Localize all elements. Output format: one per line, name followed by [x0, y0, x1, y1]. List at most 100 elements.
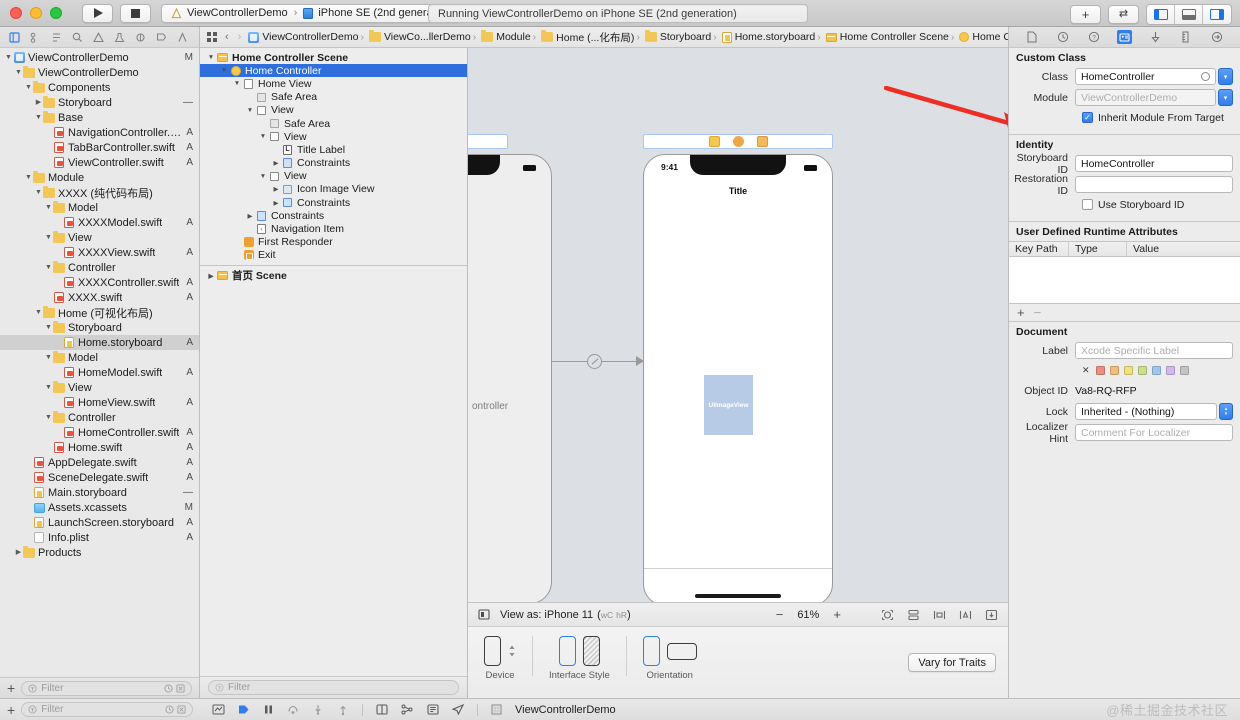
exit-scene-icon[interactable] [756, 136, 768, 147]
file-row[interactable]: ▼ Components [0, 80, 199, 95]
file-row[interactable]: ▼ Controller [0, 410, 199, 425]
color-swatch[interactable] [1123, 365, 1133, 375]
bottom-add-button[interactable]: + [7, 703, 15, 717]
file-row[interactable]: Home.storyboard A [0, 335, 199, 350]
breakpoint-navigator-tab[interactable] [156, 32, 167, 43]
color-swatch[interactable] [1151, 365, 1161, 375]
issue-navigator-tab[interactable] [93, 31, 104, 43]
disclosure-triangle[interactable]: ▼ [206, 54, 216, 61]
recent-files-icon[interactable] [164, 683, 173, 693]
find-navigator-tab[interactable] [72, 32, 83, 43]
lock-stepper-button[interactable]: ▴ ▾ [1219, 403, 1233, 420]
file-row[interactable]: HomeModel.swift A [0, 365, 199, 380]
disclosure-triangle[interactable]: ▶ [245, 212, 255, 220]
breadcrumb-item[interactable]: › Home (...化布局) [531, 30, 634, 45]
file-row[interactable]: NavigationController.swift A [0, 125, 199, 140]
outline-row[interactable]: ▶ Constraints [200, 196, 467, 209]
bottom-filter-input[interactable]: Filter [21, 702, 193, 717]
view-as-label[interactable]: View as: iPhone 11 [500, 609, 593, 621]
source-control-filter-icon[interactable] [176, 683, 185, 693]
file-row[interactable]: ▼ ViewControllerDemo M [0, 50, 199, 65]
file-row[interactable]: ▼ ViewControllerDemo [0, 65, 199, 80]
segue-badge[interactable] [587, 353, 602, 369]
toggle-console-icon[interactable] [212, 704, 225, 715]
file-row[interactable]: ▼ Controller [0, 260, 199, 275]
color-swatch[interactable] [1179, 365, 1189, 375]
left-scene-title-bar[interactable] [468, 134, 508, 149]
size-inspector-tab[interactable] [1178, 30, 1193, 44]
outline-row[interactable]: L Title Label [200, 143, 467, 156]
module-input[interactable]: ViewControllerDemo [1075, 89, 1216, 106]
disclosure-triangle[interactable]: ▼ [219, 67, 229, 74]
file-row[interactable]: XXXX.swift A [0, 290, 199, 305]
breadcrumb-item[interactable]: › Home.storyboard [711, 31, 815, 43]
first-responder-scene-icon[interactable] [732, 136, 744, 147]
outline-row[interactable]: Safe Area [200, 117, 467, 130]
toggle-canvas-icon[interactable] [478, 609, 490, 620]
navigate-back-button[interactable]: ‹ [223, 31, 231, 43]
bottom-clear-icon[interactable] [177, 705, 186, 714]
runtime-attributes-table-body[interactable] [1009, 257, 1240, 304]
localizer-hint-input[interactable]: Comment For Localizer [1075, 424, 1233, 441]
scheme-selector[interactable]: ViewControllerDemo › iPhone SE (2nd gene… [161, 3, 465, 23]
file-inspector-tab[interactable] [1025, 30, 1040, 44]
disclosure-triangle[interactable]: ▼ [34, 305, 43, 320]
storyboard-canvas[interactable]: ontroller 9:41 Title UIImageView [468, 48, 1008, 698]
identity-inspector-tab[interactable] [1116, 30, 1132, 44]
view-controller-scene-icon[interactable] [708, 136, 720, 147]
toggle-navigator-button[interactable] [1147, 5, 1175, 24]
light-mode-icon[interactable] [558, 636, 576, 666]
step-over-icon[interactable] [287, 704, 299, 715]
disclosure-triangle[interactable]: ▼ [44, 350, 53, 365]
related-items-icon[interactable] [206, 31, 218, 43]
dark-mode-icon[interactable] [582, 636, 600, 666]
file-row[interactable]: ▼ XXXX (纯代码布局) [0, 185, 199, 200]
disclosure-triangle[interactable]: ▼ [44, 260, 53, 275]
project-navigator-tab[interactable] [9, 31, 20, 43]
breadcrumb[interactable]: ViewControllerDemo › ViewCo...llerDemo › Mod… [248, 30, 1049, 45]
module-dropdown-button[interactable]: ▾ [1218, 89, 1233, 106]
outline-filter-input[interactable]: Filter [208, 680, 459, 695]
add-file-button[interactable]: + [7, 681, 15, 695]
environment-overrides-icon[interactable] [427, 704, 439, 715]
outline-row[interactable]: ▶ Constraints [200, 157, 467, 170]
pause-icon[interactable] [263, 704, 274, 715]
disclosure-triangle[interactable]: ▶ [14, 545, 23, 560]
disclosure-triangle[interactable]: ▼ [34, 110, 43, 125]
toggle-inspector-button[interactable] [1203, 5, 1231, 24]
file-row[interactable]: TabBarController.swift A [0, 140, 199, 155]
color-swatch[interactable] [1109, 365, 1119, 375]
remove-runtime-attribute-button[interactable]: − [1034, 305, 1042, 320]
disclosure-triangle[interactable]: ▼ [258, 133, 268, 140]
restoration-id-input[interactable] [1075, 176, 1233, 193]
class-input[interactable]: HomeController [1075, 68, 1216, 85]
device-stepper-icon[interactable] [508, 644, 516, 658]
file-row[interactable]: ▼ View [0, 230, 199, 245]
landscape-icon[interactable] [666, 642, 697, 660]
outline-row[interactable]: ▼ Home View [200, 77, 467, 90]
file-row[interactable]: SceneDelegate.swift A [0, 470, 199, 485]
file-row[interactable]: Home.swift A [0, 440, 199, 455]
connections-inspector-tab[interactable] [1209, 30, 1224, 44]
outline-row[interactable]: Safe Area [200, 91, 467, 104]
file-row[interactable]: ▼ Module [0, 170, 199, 185]
disclosure-triangle[interactable]: ▼ [34, 185, 43, 200]
disclosure-triangle[interactable]: ▼ [258, 173, 268, 180]
align-icon[interactable] [933, 609, 946, 621]
debug-memory-graph-icon[interactable] [401, 704, 414, 715]
disclosure-triangle[interactable]: ▼ [44, 410, 53, 425]
report-navigator-tab[interactable] [177, 31, 188, 43]
outline-row[interactable]: ▶ 首页 Scene [200, 269, 467, 282]
add-editor-button[interactable]: + [1070, 5, 1101, 24]
file-row[interactable]: Main.storyboard — [0, 485, 199, 500]
vary-for-traits-button[interactable]: Vary for Traits [908, 653, 996, 672]
portrait-icon[interactable] [642, 636, 660, 666]
color-swatch[interactable] [1165, 365, 1175, 375]
file-row[interactable]: ▶ Products [0, 545, 199, 560]
outline-row[interactable]: First Responder [200, 236, 467, 249]
minimize-window-button[interactable] [30, 7, 42, 19]
file-row[interactable]: HomeController.swift A [0, 425, 199, 440]
file-row[interactable]: ViewController.swift A [0, 155, 199, 170]
outline-row[interactable]: ▼ View [200, 170, 467, 183]
run-button[interactable] [82, 3, 113, 23]
